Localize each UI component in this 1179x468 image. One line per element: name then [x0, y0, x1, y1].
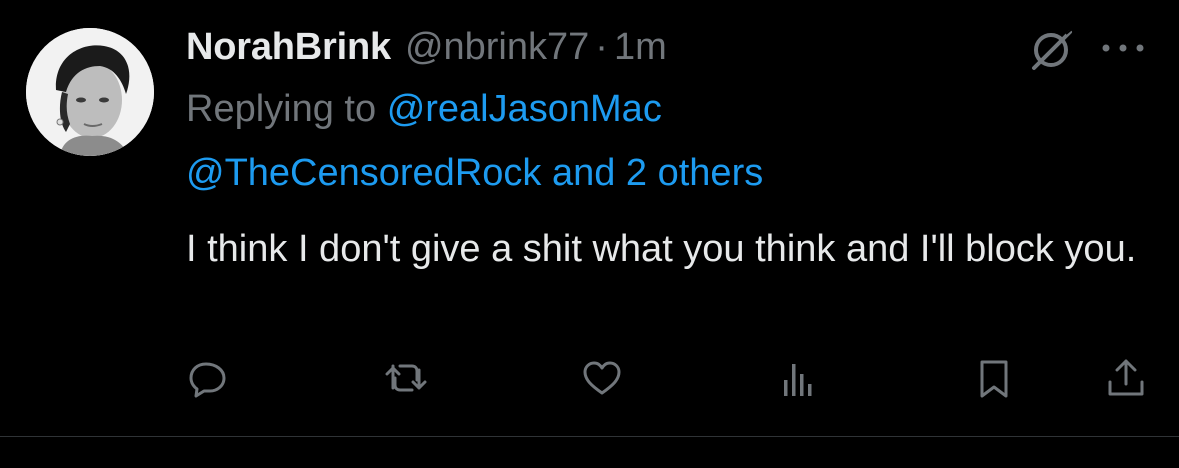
action-bar [0, 356, 1179, 400]
timestamp[interactable]: 1m [614, 26, 667, 69]
retweet-icon[interactable] [384, 356, 428, 400]
author-handle[interactable]: @nbrink77 [405, 26, 589, 69]
like-icon[interactable] [580, 356, 624, 400]
reply-icon[interactable] [186, 356, 230, 400]
replying-to-line: Replying to @realJasonMac [186, 86, 662, 132]
replying-to-others-link[interactable]: @TheCensoredRock and 2 others [186, 152, 763, 194]
grok-icon[interactable] [1024, 26, 1078, 72]
views-icon[interactable] [776, 356, 820, 400]
divider [0, 436, 1179, 437]
more-options-icon[interactable] [1098, 38, 1148, 58]
author-name[interactable]: NorahBrink [186, 26, 391, 69]
avatar-image [26, 28, 154, 156]
replying-to-label: Replying to [186, 88, 377, 130]
replying-to-user-link[interactable]: @realJasonMac [387, 88, 662, 130]
separator-dot: · [595, 26, 608, 68]
avatar[interactable] [26, 28, 154, 156]
tweet-card[interactable]: NorahBrink @nbrink77 · 1m Replying to @r… [0, 0, 1179, 436]
bookmark-icon[interactable] [972, 356, 1016, 400]
tweet-header: NorahBrink @nbrink77 · 1m [186, 26, 667, 76]
tweet-text: I think I don't give a shit what you thi… [186, 228, 1137, 270]
share-icon[interactable] [1104, 356, 1148, 400]
replying-to-others: @TheCensoredRock and 2 others [186, 150, 763, 196]
